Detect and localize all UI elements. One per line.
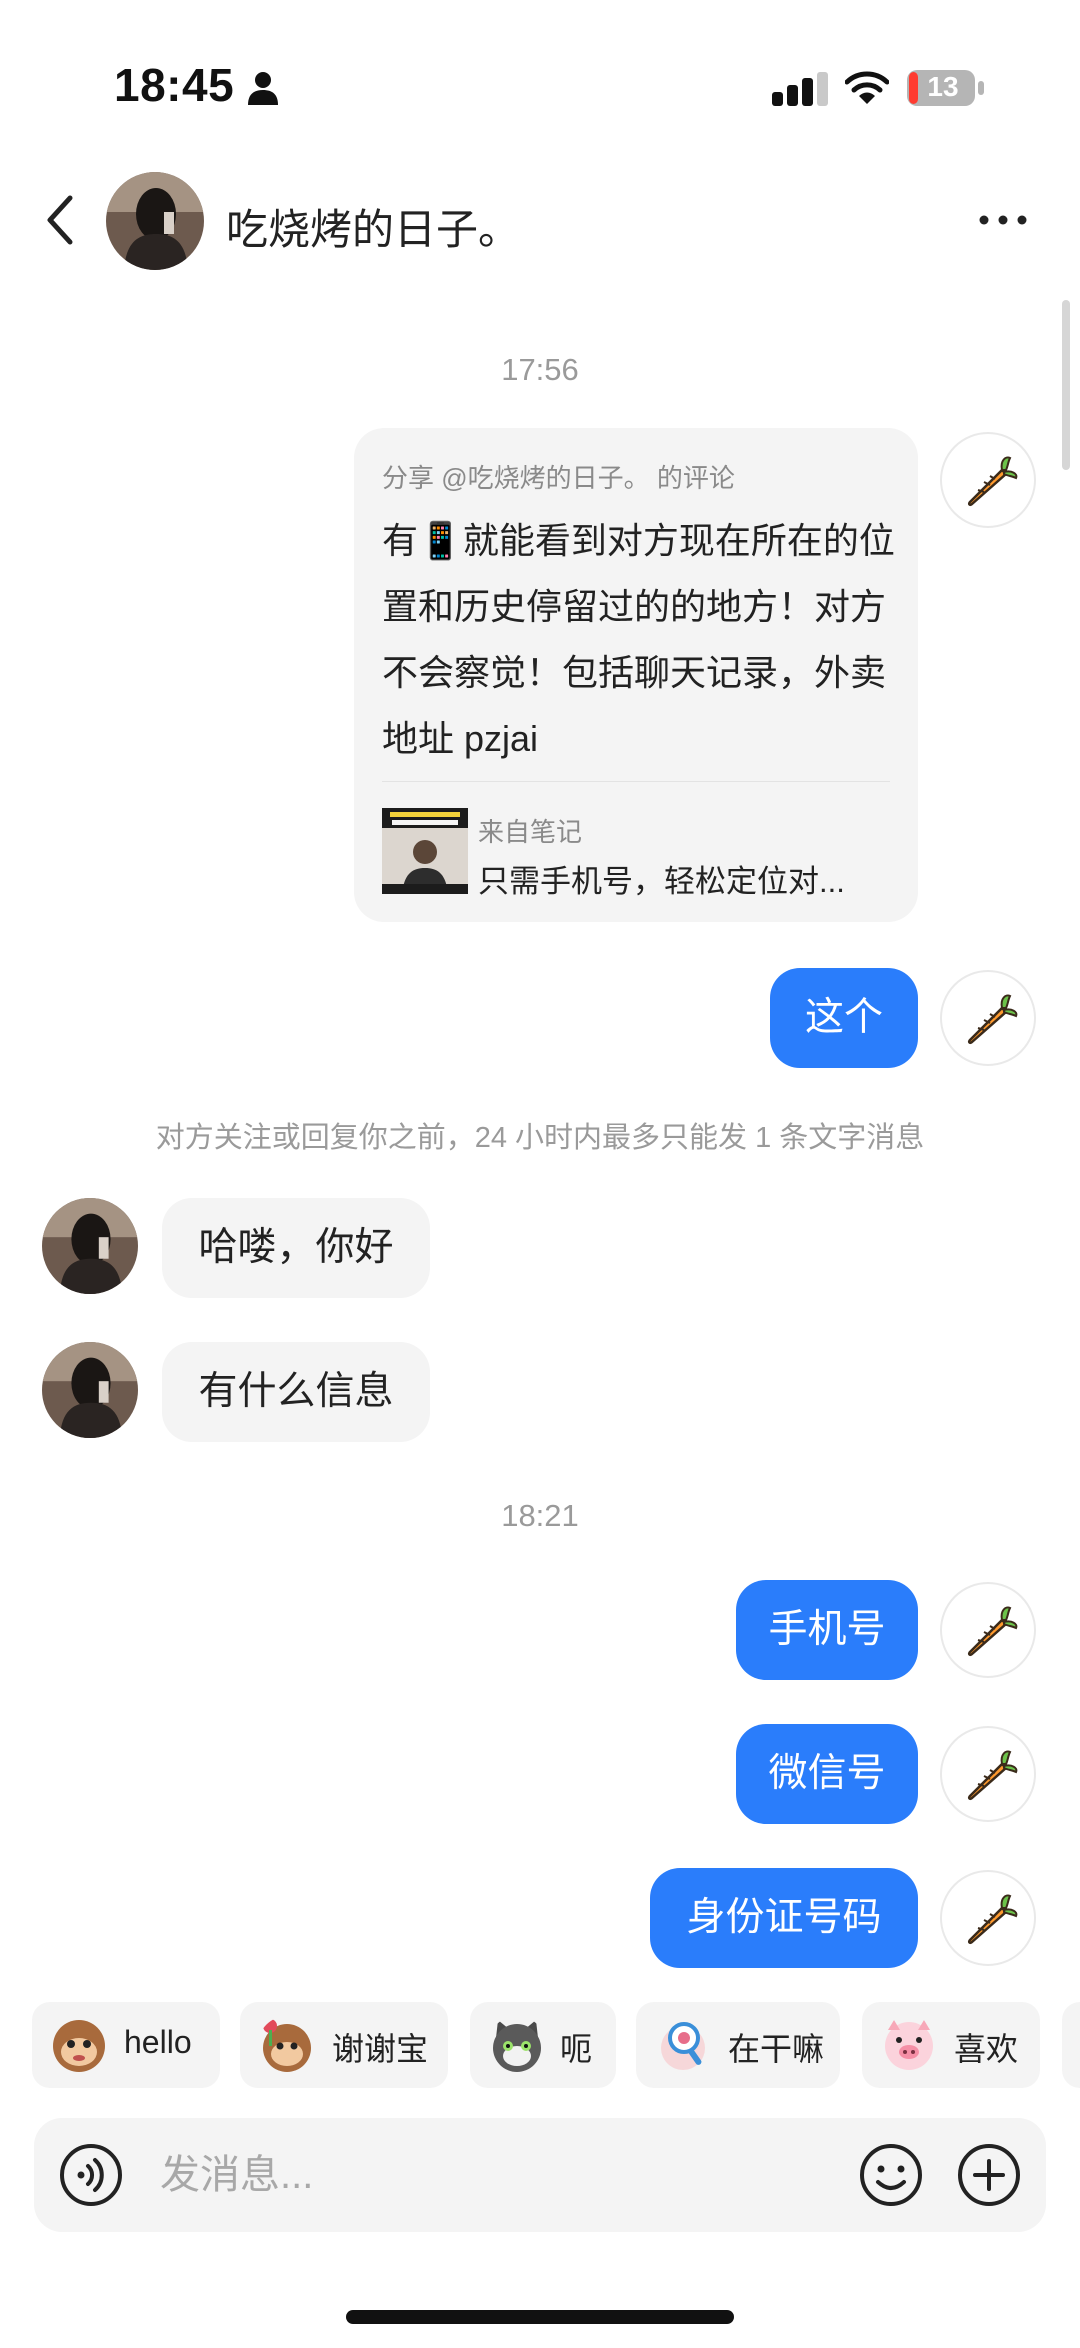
quick-reply-chip[interactable]: 呃 bbox=[470, 2002, 616, 2088]
quick-reply-chip[interactable]: hello bbox=[32, 2002, 220, 2088]
carrot-icon bbox=[967, 1750, 1018, 1801]
message-limit-notice: 对方关注或回复你之前，24 小时内最多只能发 1 条文字消息 bbox=[155, 1122, 925, 1154]
self-avatar[interactable] bbox=[940, 432, 1036, 528]
back-icon[interactable] bbox=[40, 190, 80, 250]
voice-icon[interactable] bbox=[58, 2142, 124, 2208]
divider bbox=[382, 781, 890, 782]
timestamp: 17:56 bbox=[501, 352, 579, 387]
contact-avatar[interactable] bbox=[106, 172, 204, 270]
timestamp: 18:21 bbox=[501, 1498, 579, 1533]
carrot-icon bbox=[967, 456, 1018, 507]
status-bar: 18:45 13 bbox=[0, 0, 1080, 150]
emoji-icon[interactable] bbox=[858, 2142, 924, 2208]
peer-avatar[interactable] bbox=[42, 1342, 138, 1438]
contact-name[interactable]: 吃烧烤的日子。 bbox=[226, 196, 520, 257]
person-icon bbox=[248, 72, 278, 105]
self-avatar[interactable] bbox=[940, 1726, 1036, 1822]
status-time: 18:45 bbox=[114, 59, 235, 111]
shared-comment-card[interactable]: 分享 @吃烧烤的日子。 的评论 有📱就能看到对方现在所在的位置和历史停留过的的地… bbox=[354, 428, 918, 922]
share-note-title: 只需手机号，轻松定位对... bbox=[478, 864, 845, 899]
cat-sticker-icon bbox=[493, 2020, 541, 2072]
note-thumbnail bbox=[382, 808, 468, 894]
wifi-icon bbox=[845, 71, 889, 104]
self-avatar[interactable] bbox=[940, 1870, 1036, 1966]
monkey-sticker-icon bbox=[53, 2020, 105, 2072]
peer-avatar[interactable] bbox=[42, 1198, 138, 1294]
share-source-label: 来自笔记 bbox=[478, 817, 583, 847]
quick-reply-label: hello bbox=[124, 2024, 192, 2060]
magnifier-sticker-icon bbox=[661, 2022, 705, 2070]
home-indicator[interactable] bbox=[346, 2310, 734, 2324]
quick-reply-label: 谢谢宝 bbox=[332, 2031, 429, 2067]
carrot-icon bbox=[967, 1606, 1018, 1657]
quick-reply-chip[interactable]: 喜欢 bbox=[862, 2002, 1040, 2088]
message-input[interactable] bbox=[160, 2140, 860, 2210]
signal-icon bbox=[772, 72, 828, 106]
message-bubble-incoming[interactable]: 哈喽，你好 bbox=[162, 1198, 430, 1298]
monkey-flower-sticker-icon bbox=[263, 2019, 311, 2072]
carrot-icon bbox=[967, 1894, 1018, 1945]
carrot-icon bbox=[967, 994, 1018, 1045]
message-bubble-outgoing[interactable]: 身份证号码 bbox=[650, 1868, 918, 1968]
message-bubble-outgoing[interactable]: 手机号 bbox=[736, 1580, 918, 1680]
composer-bar bbox=[34, 2118, 1046, 2232]
plus-icon[interactable] bbox=[956, 2142, 1022, 2208]
message-bubble-outgoing[interactable]: 这个 bbox=[770, 968, 918, 1068]
message-bubble-outgoing[interactable]: 微信号 bbox=[736, 1724, 918, 1824]
quick-reply-label: 呃 bbox=[560, 2031, 593, 2067]
message-bubble-incoming[interactable]: 有什么信息 bbox=[162, 1342, 430, 1442]
more-icon[interactable] bbox=[978, 210, 1028, 230]
self-avatar[interactable] bbox=[940, 970, 1036, 1066]
quick-reply-label: 在干嘛 bbox=[728, 2031, 825, 2067]
share-meta: 分享 @吃烧烤的日子。 的评论 bbox=[382, 463, 735, 493]
quick-reply-bar: hello 谢谢宝 呃 在干嘛 喜欢 bbox=[0, 2002, 1080, 2090]
quick-reply-chip-partial[interactable] bbox=[1062, 2002, 1080, 2088]
share-text: 有📱就能看到对方现在所在的位置和历史停留过的的地方！对方不会察觉！包括聊天记录，… bbox=[382, 520, 895, 759]
battery-level: 13 bbox=[927, 71, 959, 102]
quick-reply-chip[interactable]: 谢谢宝 bbox=[240, 2002, 448, 2088]
pig-sticker-icon bbox=[885, 2020, 933, 2070]
self-avatar[interactable] bbox=[940, 1582, 1036, 1678]
quick-reply-chip[interactable]: 在干嘛 bbox=[636, 2002, 840, 2088]
quick-reply-label: 喜欢 bbox=[954, 2031, 1019, 2067]
